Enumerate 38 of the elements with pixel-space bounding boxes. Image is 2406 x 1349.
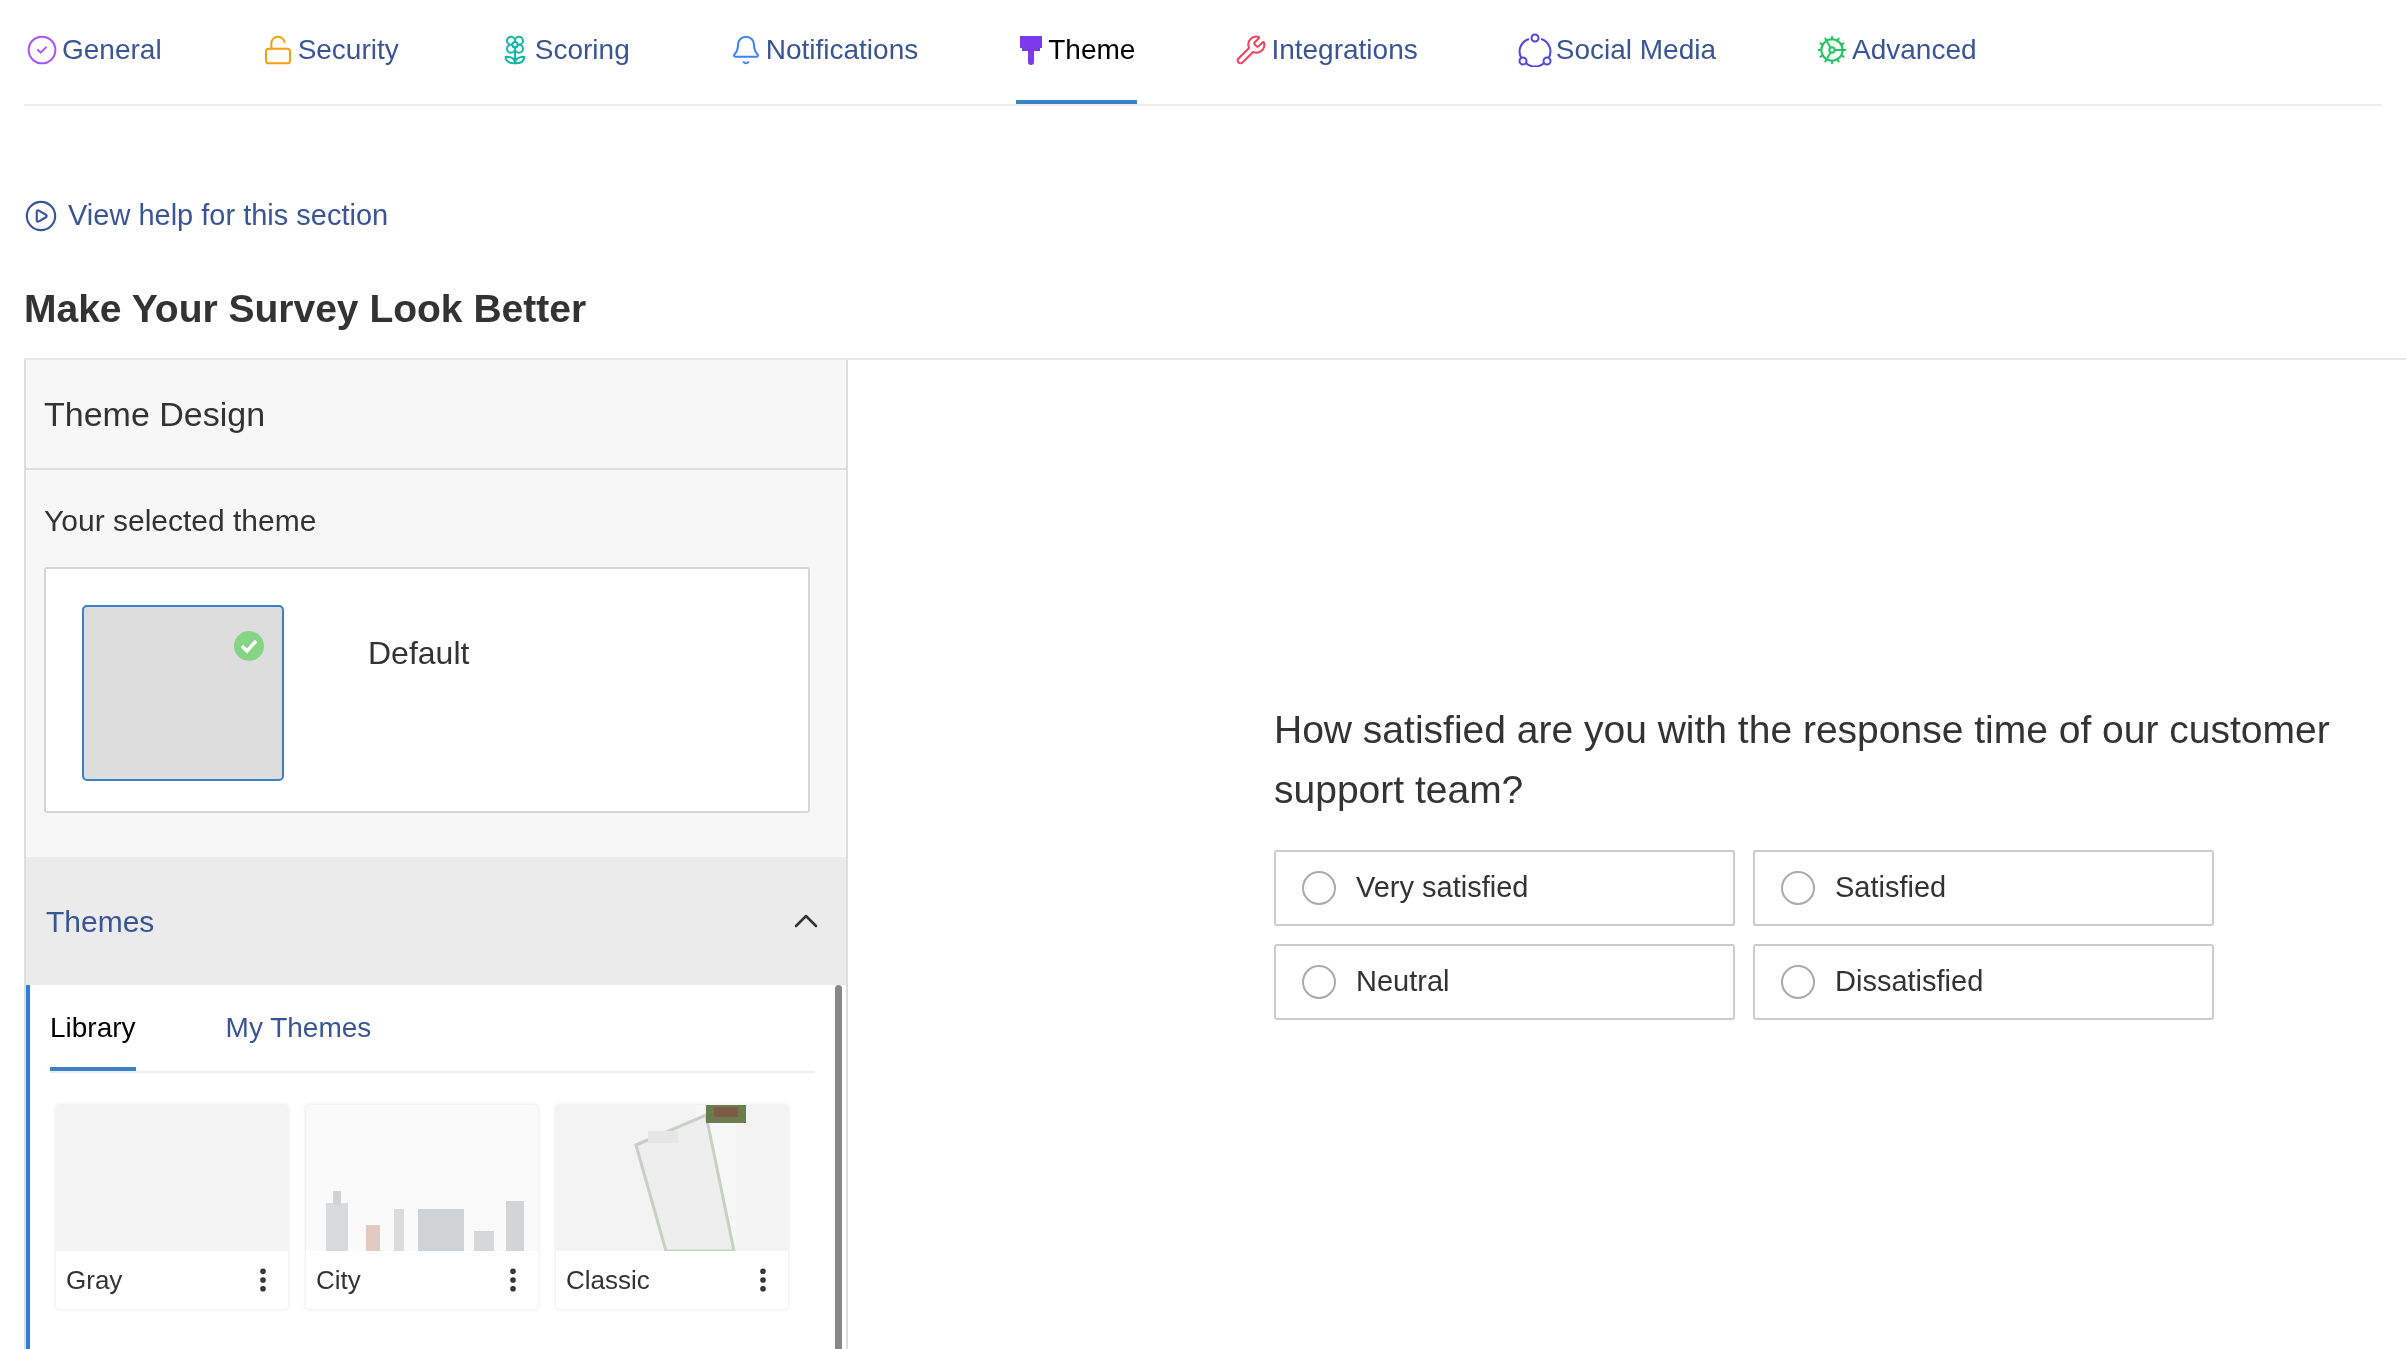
theme-card[interactable]: Classic (556, 1105, 788, 1309)
answer-option[interactable]: Very satisfied (1274, 850, 1735, 926)
wrench-icon (1235, 34, 1268, 66)
check-circle-icon (26, 34, 58, 66)
help-link[interactable]: View help for this section (68, 194, 389, 238)
scrollbar[interactable] (835, 985, 842, 1349)
settings-tab[interactable]: Social Media (1515, 0, 1719, 104)
theme-card-name: Classic (566, 1263, 650, 1297)
theme-library-tab[interactable]: My Themes (225, 985, 372, 1071)
settings-tab[interactable]: Theme (1016, 0, 1138, 104)
answer-option[interactable]: Neutral (1274, 944, 1735, 1020)
survey-question: How satisfied are you with the response time of our customer support team? (1274, 707, 2331, 813)
radio-icon (1781, 965, 1815, 999)
theme-card[interactable]: City (306, 1105, 538, 1309)
settings-tab[interactable]: Scoring (496, 0, 632, 104)
answer-option[interactable]: Satisfied (1753, 850, 2214, 926)
theme-card-name: City (316, 1263, 361, 1297)
settings-tab[interactable]: Notifications (727, 0, 921, 104)
theme-card[interactable]: Gray (56, 1105, 288, 1309)
paint-brush-icon (1018, 34, 1045, 66)
themes-accordion-header[interactable]: Themes (26, 857, 846, 985)
theme-thumbnail[interactable] (82, 605, 284, 781)
settings-tab[interactable]: Integrations (1233, 0, 1420, 104)
theme-library-tab[interactable]: Library (50, 985, 136, 1071)
page-heading: Make Your Survey Look Better (23, 285, 588, 332)
radio-icon (1781, 871, 1815, 905)
answer-option[interactable]: Dissatisfied (1753, 944, 2214, 1020)
settings-tab[interactable]: Advanced (1814, 0, 1979, 104)
radio-icon (1302, 871, 1336, 905)
theme-card-name: Gray (66, 1263, 123, 1297)
theme-name: Default (368, 634, 470, 673)
settings-tab[interactable]: Security (259, 0, 401, 104)
section-label: Your selected theme (43, 503, 318, 539)
radio-icon (1302, 965, 1336, 999)
connected-nodes-icon (1517, 33, 1552, 67)
panel-title: Theme Design (44, 393, 266, 435)
play-circle-icon (24, 198, 58, 233)
settings-tab[interactable]: General (24, 0, 164, 104)
